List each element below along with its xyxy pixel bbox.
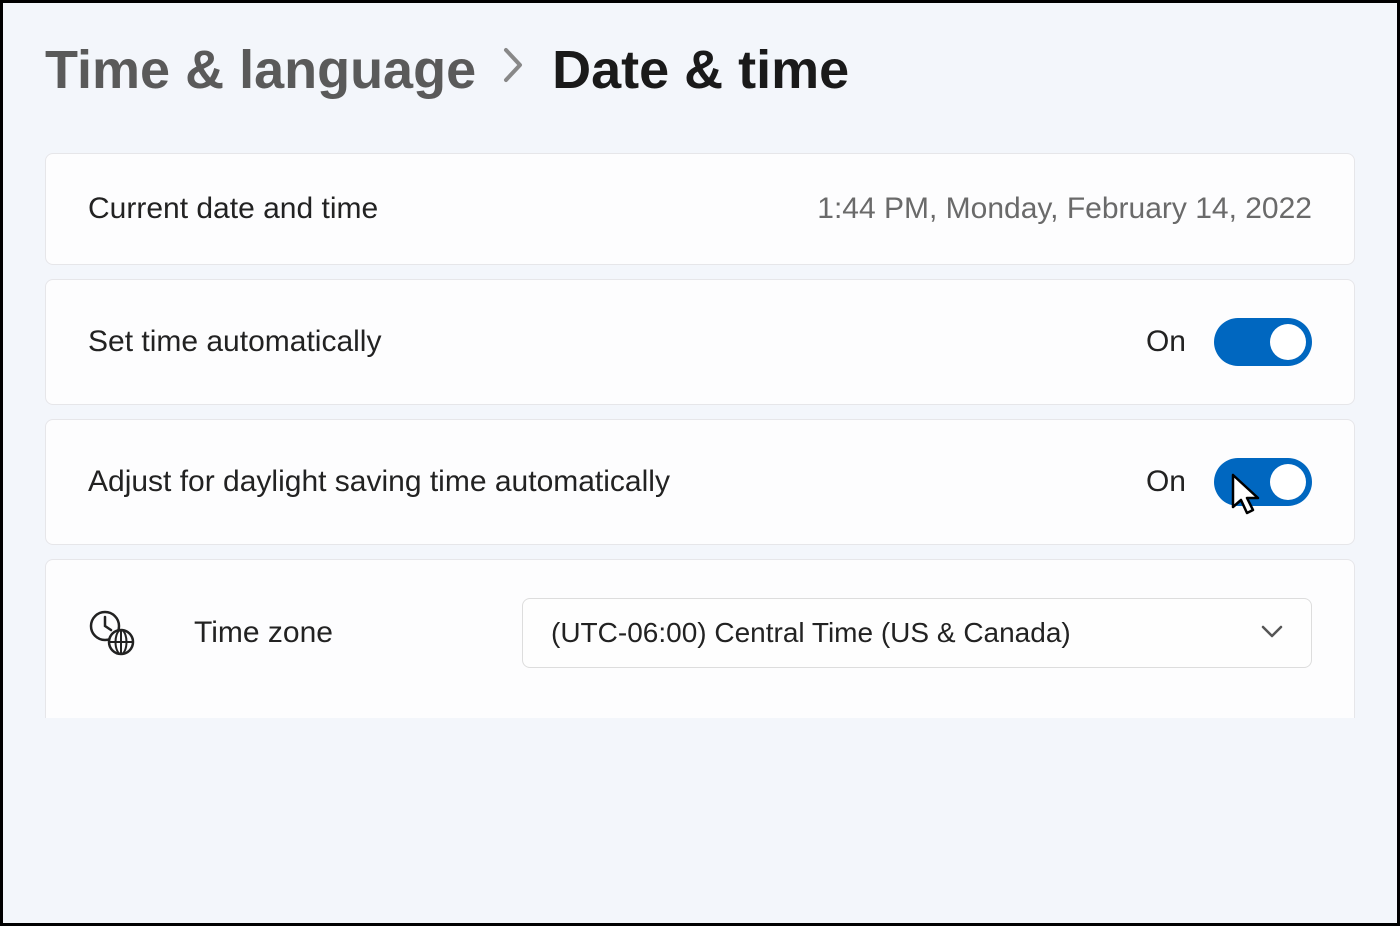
- dst-auto-state: On: [1146, 465, 1186, 499]
- dst-auto-toggle[interactable]: [1214, 458, 1312, 506]
- current-date-value: 1:44 PM, Monday, February 14, 2022: [817, 192, 1312, 226]
- current-date-label: Current date and time: [88, 192, 378, 226]
- timezone-label: Time zone: [194, 616, 464, 650]
- current-date-card: Current date and time 1:44 PM, Monday, F…: [45, 153, 1355, 265]
- chevron-right-icon: [502, 46, 526, 94]
- set-time-auto-control: On: [1146, 318, 1312, 366]
- dst-auto-label: Adjust for daylight saving time automati…: [88, 465, 670, 499]
- set-time-auto-label: Set time automatically: [88, 325, 381, 359]
- dst-auto-control: On: [1146, 458, 1312, 506]
- breadcrumb: Time & language Date & time: [45, 39, 1355, 101]
- chevron-down-icon: [1261, 622, 1283, 645]
- set-time-auto-state: On: [1146, 325, 1186, 359]
- toggle-knob: [1270, 324, 1306, 360]
- toggle-knob: [1270, 464, 1306, 500]
- timezone-select[interactable]: (UTC-06:00) Central Time (US & Canada): [522, 598, 1312, 668]
- set-time-auto-card: Set time automatically On: [45, 279, 1355, 405]
- breadcrumb-parent[interactable]: Time & language: [45, 39, 476, 101]
- timezone-value: (UTC-06:00) Central Time (US & Canada): [551, 617, 1071, 649]
- breadcrumb-current: Date & time: [552, 39, 849, 101]
- clock-globe-icon: [88, 609, 136, 657]
- timezone-card: Time zone (UTC-06:00) Central Time (US &…: [45, 559, 1355, 718]
- dst-auto-card: Adjust for daylight saving time automati…: [45, 419, 1355, 545]
- set-time-auto-toggle[interactable]: [1214, 318, 1312, 366]
